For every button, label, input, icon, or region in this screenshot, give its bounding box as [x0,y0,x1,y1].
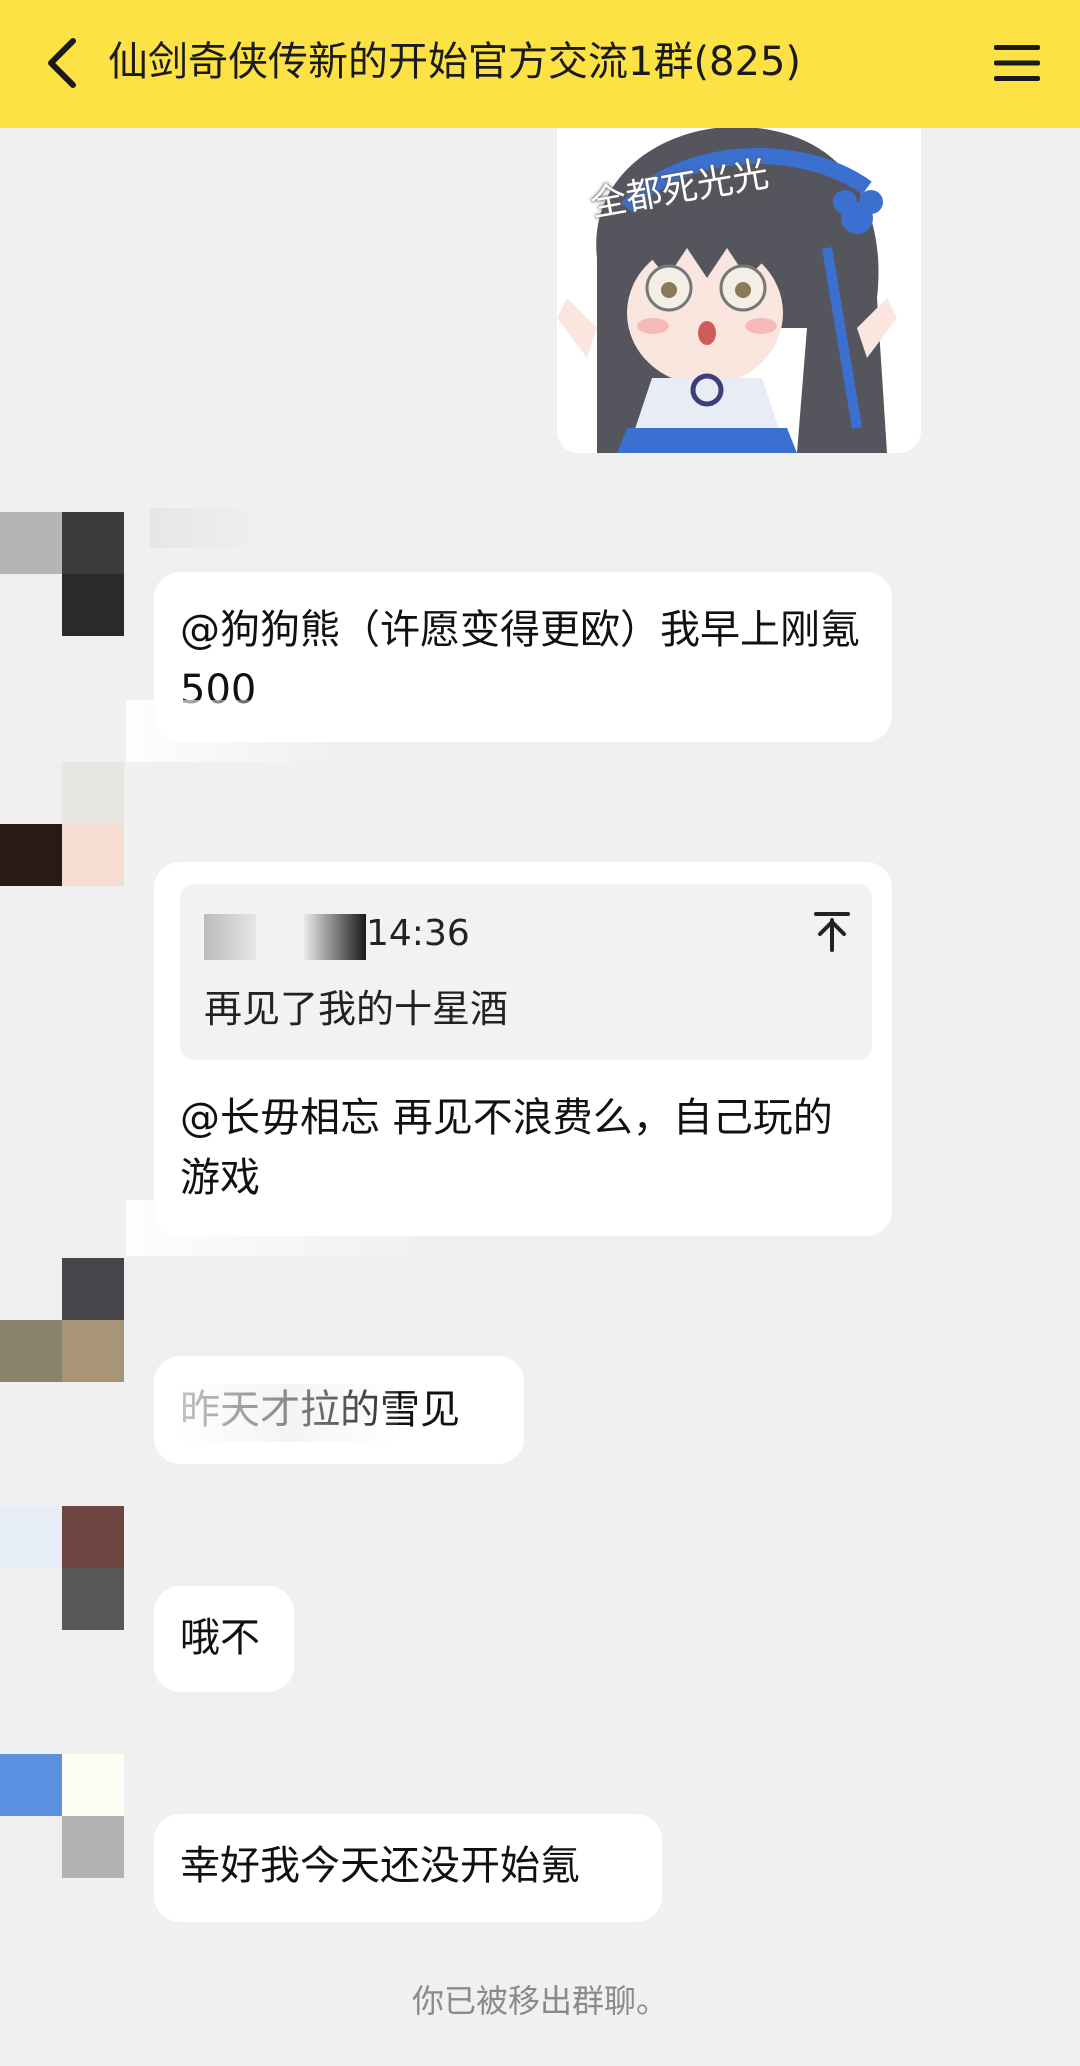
chat-header: 仙剑奇侠传新的开始官方交流1群(825) [0,0,1080,128]
avatar[interactable] [0,1754,124,1878]
message-text: @长毋相忘 再见不浪费么，自己玩的游戏 [180,1095,833,1201]
quoted-timestamp: 14:36 [366,913,470,954]
quoted-sender-blurred [204,914,256,960]
avatar[interactable] [0,1506,124,1630]
group-title: 仙剑奇侠传新的开始官方交流1群(825) [108,39,802,85]
chevron-left-icon [48,38,76,88]
quoted-sender-blurred [304,914,366,960]
blur-overlay [126,1200,426,1256]
reply-message-bubble[interactable]: 14:36 再见了我的十星酒 @长毋相忘 再见不浪费么，自己玩的游戏 [154,862,892,1236]
blur-overlay [178,1384,398,1442]
sticker-image[interactable]: 全都死光光 [557,128,921,453]
back-button[interactable] [28,28,98,98]
message-text: 哦不 [180,1615,260,1661]
avatar[interactable] [0,512,124,636]
blur-overlay [126,700,336,762]
jump-to-top-icon[interactable] [812,910,852,954]
avatar[interactable] [0,1258,124,1382]
menu-button[interactable] [982,28,1052,98]
sender-name-blurred [150,508,270,548]
message-bubble[interactable]: 哦不 [154,1586,294,1692]
hamburger-menu-icon [994,45,1040,81]
quoted-text: 再见了我的十星酒 [204,987,509,1031]
system-notice: 你已被移出群聊。 [411,1982,668,2020]
avatar[interactable] [0,762,124,886]
quoted-message[interactable]: 14:36 再见了我的十星酒 [180,884,872,1060]
message-text: 幸好我今天还没开始氪 [180,1843,580,1889]
message-bubble[interactable]: 幸好我今天还没开始氪 [154,1814,662,1922]
